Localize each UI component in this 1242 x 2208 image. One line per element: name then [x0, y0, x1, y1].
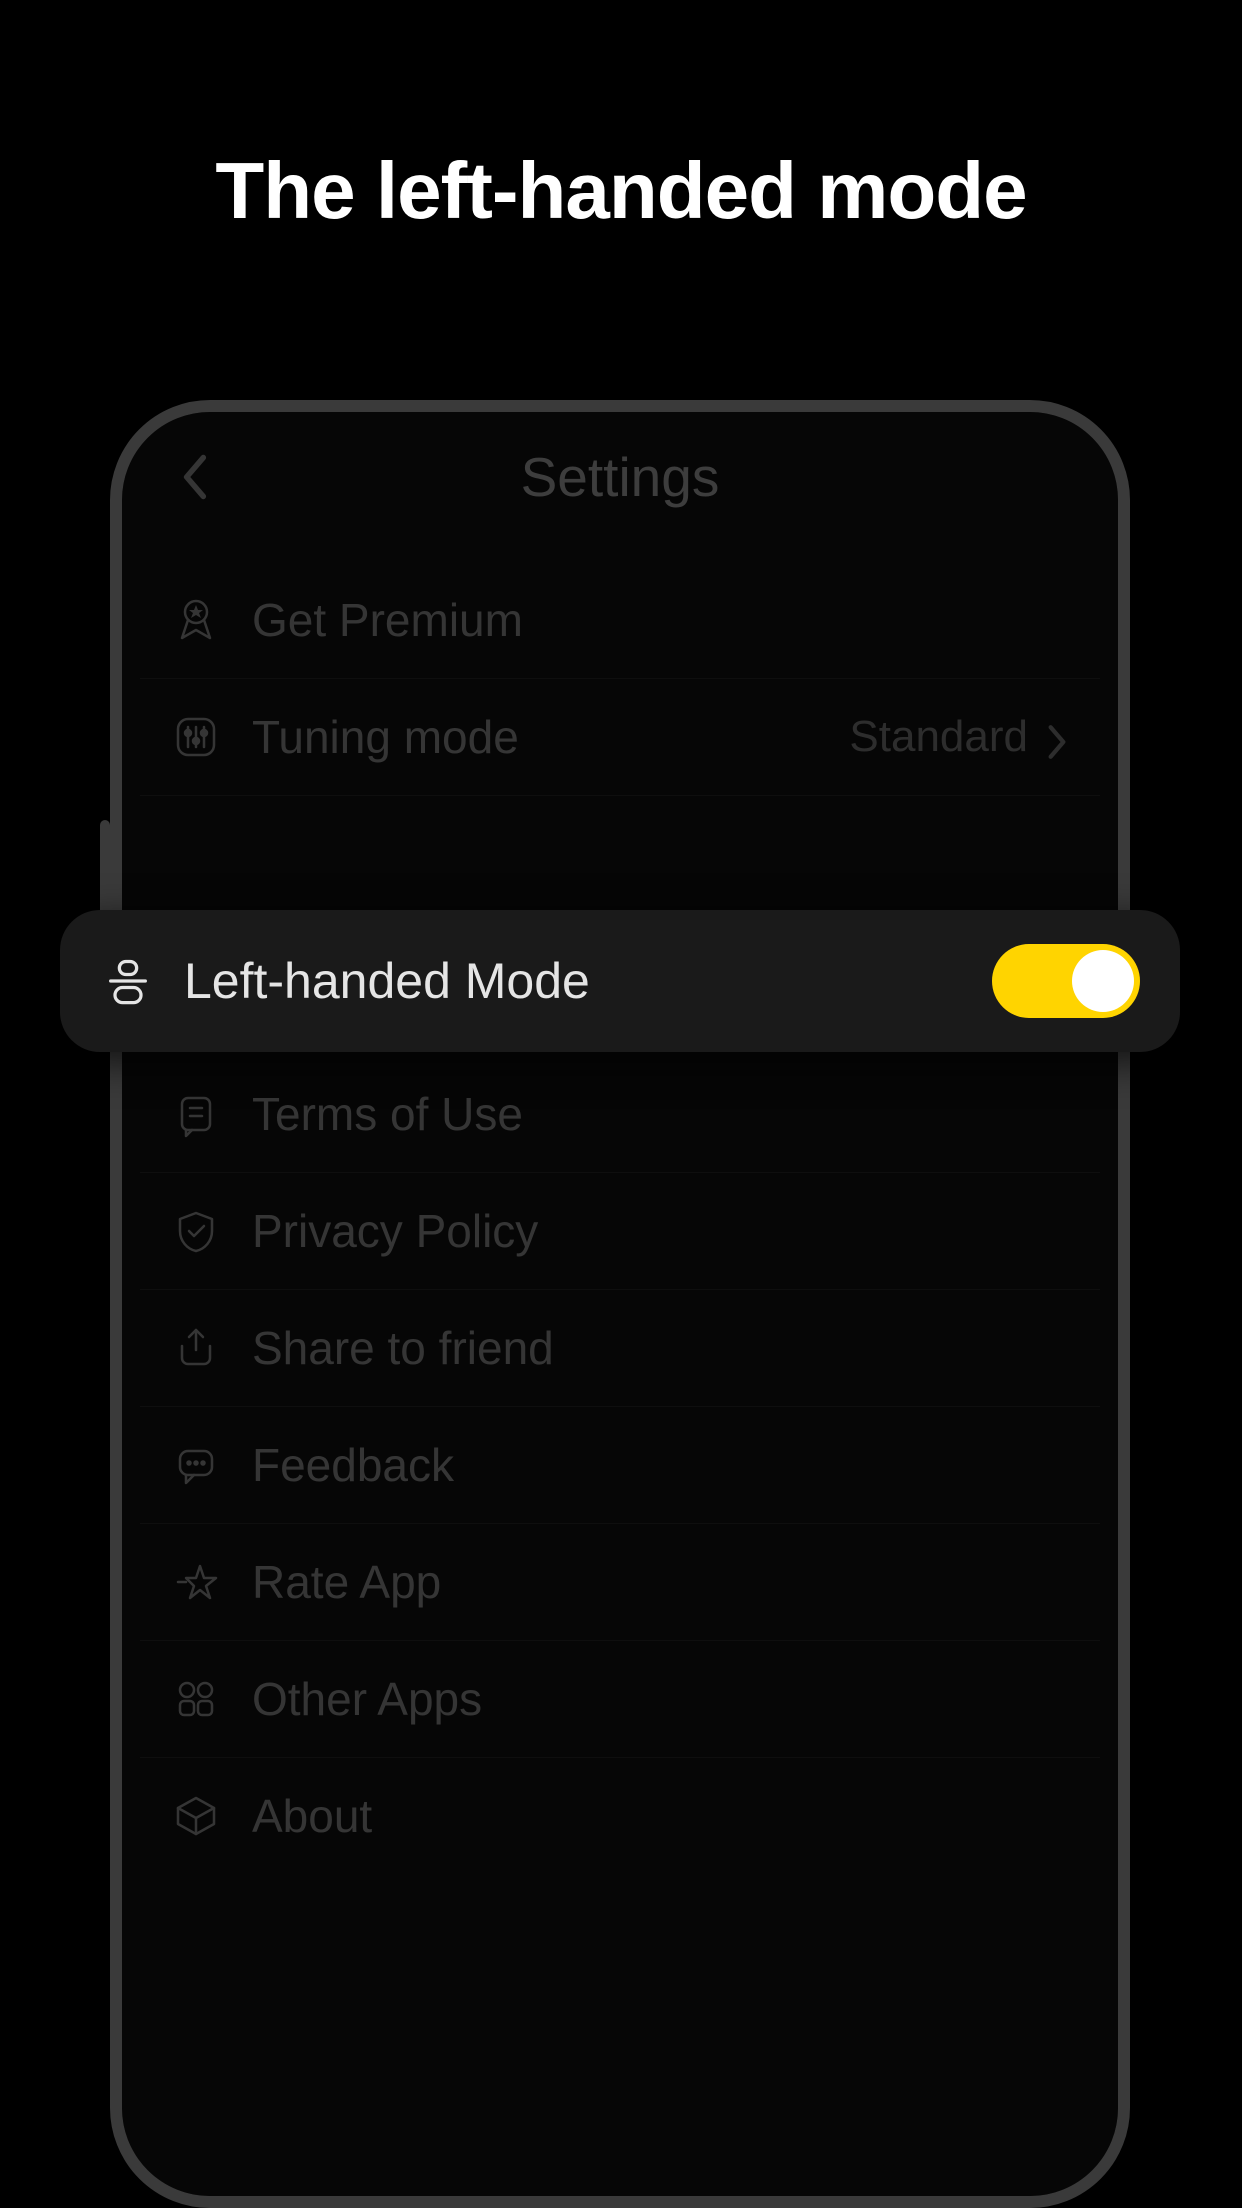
left-handed-icon — [100, 953, 156, 1009]
row-about[interactable]: About — [140, 1758, 1100, 1874]
chevron-right-icon — [1044, 723, 1072, 751]
row-label: Tuning mode — [252, 710, 519, 764]
settings-screen: Settings Get Premium — [122, 412, 1118, 2196]
row-value: Standard — [849, 712, 1028, 762]
header: Settings — [140, 432, 1100, 522]
row-label: Share to friend — [252, 1321, 554, 1375]
settings-list: Get Premium Tuning mode Standard — [140, 562, 1100, 1874]
row-rate[interactable]: Rate App — [140, 1524, 1100, 1641]
toggle-knob — [1072, 950, 1134, 1012]
tuning-icon — [168, 709, 224, 765]
share-icon — [168, 1320, 224, 1376]
chevron-left-icon — [178, 452, 212, 502]
left-handed-toggle[interactable] — [992, 944, 1140, 1018]
row-other-apps[interactable]: Other Apps — [140, 1641, 1100, 1758]
row-share[interactable]: Share to friend — [140, 1290, 1100, 1407]
chat-icon — [168, 1437, 224, 1493]
row-label: Feedback — [252, 1438, 454, 1492]
box-icon — [168, 1788, 224, 1844]
star-icon — [168, 1554, 224, 1610]
phone-frame: Settings Get Premium — [110, 400, 1130, 2208]
row-label: Get Premium — [252, 593, 523, 647]
row-terms[interactable]: Terms of Use — [140, 1056, 1100, 1173]
premium-icon — [168, 592, 224, 648]
row-privacy[interactable]: Privacy Policy — [140, 1173, 1100, 1290]
row-label: Terms of Use — [252, 1087, 523, 1141]
row-label: Left-handed Mode — [184, 952, 590, 1010]
row-label: About — [252, 1789, 372, 1843]
row-label: Other Apps — [252, 1672, 482, 1726]
row-feedback[interactable]: Feedback — [140, 1407, 1100, 1524]
back-button[interactable] — [175, 457, 215, 497]
apps-icon — [168, 1671, 224, 1727]
row-label: Rate App — [252, 1555, 441, 1609]
row-tuning-mode[interactable]: Tuning mode Standard — [140, 679, 1100, 796]
promo-title: The left-handed mode — [0, 145, 1242, 237]
page-title: Settings — [521, 445, 720, 509]
shield-icon — [168, 1203, 224, 1259]
row-label: Privacy Policy — [252, 1204, 538, 1258]
list-gap — [140, 796, 1100, 926]
row-get-premium[interactable]: Get Premium — [140, 562, 1100, 679]
terms-icon — [168, 1086, 224, 1142]
row-left-handed-mode[interactable]: Left-handed Mode — [60, 910, 1180, 1052]
